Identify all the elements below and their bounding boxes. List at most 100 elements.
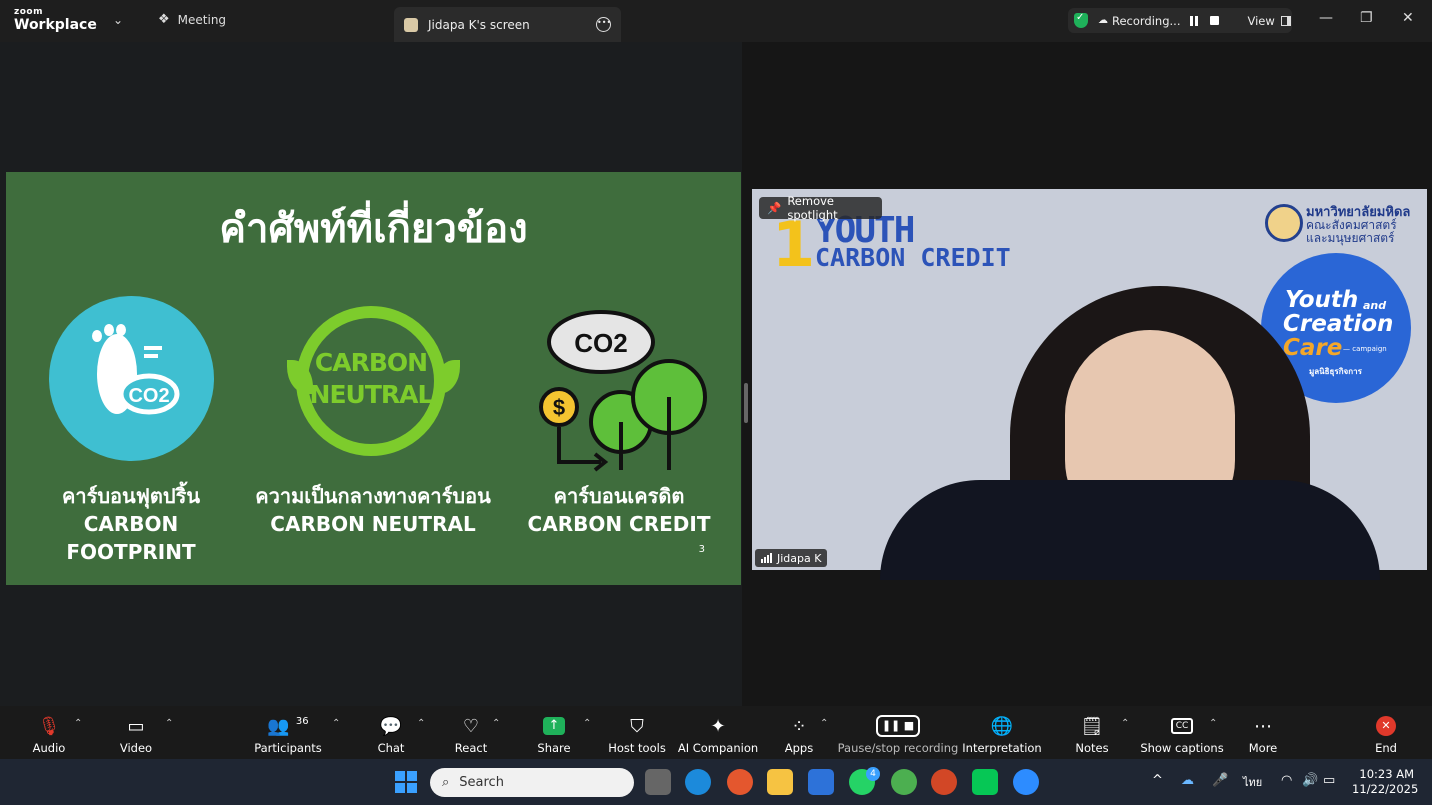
pause-recording-button[interactable]	[1190, 15, 1199, 26]
apps-label: Apps	[784, 741, 814, 755]
tray-microphone-icon[interactable]: 🎤	[1212, 773, 1228, 788]
video-label: Video	[119, 741, 153, 755]
apps-button[interactable]: ⁘ Apps	[784, 706, 814, 759]
clock-time: 10:23 AM	[1359, 767, 1414, 781]
video-button[interactable]: ▭ Video	[118, 706, 154, 759]
badge-campaign: — campaign	[1343, 345, 1387, 353]
wifi-icon[interactable]: ◠	[1281, 773, 1292, 788]
tray-chevron-icon[interactable]: ^	[1152, 773, 1163, 788]
battery-icon[interactable]: ▭	[1323, 773, 1335, 788]
volume-icon[interactable]: 🔊	[1302, 773, 1318, 788]
cloud-record-icon: ☁	[1098, 15, 1108, 26]
input-language[interactable]: ไทย	[1243, 773, 1262, 791]
ai-companion-button[interactable]: ✦ AI Companion	[677, 706, 759, 759]
react-button[interactable]: ♡ React	[454, 706, 488, 759]
carbon-footprint-icon: CO2	[49, 296, 214, 461]
taskbar-search[interactable]: ⌕ Search	[430, 768, 634, 797]
chat-chevron-icon[interactable]: ⌃	[417, 718, 425, 729]
show-captions-button[interactable]: CC Show captions	[1140, 706, 1224, 759]
chat-bubble-icon: 💬	[379, 715, 403, 737]
credit-thai: คาร์บอนเครดิต	[553, 484, 685, 508]
captions-label: Show captions	[1140, 741, 1224, 755]
video-options-chevron-icon[interactable]: ⌃	[165, 718, 173, 729]
pin-icon: 📌	[767, 201, 782, 215]
paw-icon: ❖	[158, 12, 170, 27]
interpretation-button[interactable]: 🌐 Interpretation	[962, 706, 1041, 759]
more-options-icon[interactable]: •••	[596, 17, 611, 32]
notes-icon: 🗒	[1080, 715, 1104, 737]
chat-label: Chat	[377, 741, 405, 755]
share-button[interactable]: ↑ Share	[537, 706, 571, 759]
remove-spotlight-button[interactable]: 📌 Remove spotlight	[759, 194, 882, 222]
host-tools-button[interactable]: ⛉ Host tools	[608, 706, 666, 759]
apps-chevron-icon[interactable]: ⌃	[820, 718, 828, 729]
captions-chevron-icon[interactable]: ⌃	[1209, 718, 1217, 729]
recording-indicator: ☁ Recording... View	[1068, 8, 1292, 33]
chevron-down-icon[interactable]: ⌄	[113, 13, 123, 27]
badge-care: Care	[1283, 335, 1343, 361]
carbon-credit-icon: CO2 $	[539, 310, 707, 472]
resize-handle[interactable]	[744, 383, 748, 423]
file-explorer-icon[interactable]	[767, 769, 793, 795]
background-number: 1	[772, 208, 816, 281]
share-chevron-icon[interactable]: ⌃	[583, 718, 591, 729]
search-placeholder: Search	[459, 775, 504, 790]
pause-stop-recording-button[interactable]: ❚❚ ■ Pause/stop recording	[838, 706, 958, 759]
search-icon: ⌕	[442, 775, 450, 790]
restore-button[interactable]: ❐	[1360, 10, 1373, 26]
mail-icon[interactable]	[808, 769, 834, 795]
credit-caption: คาร์บอนเครดิต CARBON CREDIT	[514, 482, 724, 538]
ai-companion-label: AI Companion	[677, 741, 759, 755]
end-label: End	[1375, 741, 1397, 755]
participant-name-tag: Jidapa K	[755, 549, 828, 567]
shield-icon: ⛉	[630, 715, 644, 737]
notes-button[interactable]: 🗒 Notes	[1075, 706, 1109, 759]
share-arrow-icon: ↑	[543, 713, 565, 739]
end-x-icon: ✕	[1376, 713, 1396, 739]
view-button[interactable]: View	[1247, 14, 1291, 28]
more-button[interactable]: ⋯ More	[1248, 706, 1278, 759]
neutral-thai: ความเป็นกลางทางคาร์บอน	[255, 484, 491, 508]
meeting-controls: 🎙 Audio ⌃ ▭ Video ⌃ 👥 36 Participants ⌃ 💬…	[0, 706, 1432, 759]
end-button[interactable]: ✕ End	[1371, 706, 1401, 759]
powerpoint-icon[interactable]	[931, 769, 957, 795]
host-tools-label: Host tools	[608, 741, 666, 755]
audio-options-chevron-icon[interactable]: ⌃	[74, 718, 82, 729]
zoom-app-icon[interactable]	[1013, 769, 1039, 795]
edge-icon[interactable]	[685, 769, 711, 795]
chrome-icon[interactable]	[727, 769, 753, 795]
university-seal-icon	[1265, 204, 1303, 242]
close-button[interactable]: ✕	[1402, 10, 1414, 26]
system-clock[interactable]: 10:23 AM 11/22/2025	[1352, 767, 1418, 797]
tab-shared-screen[interactable]: Jidapa K's screen •••	[394, 7, 621, 42]
background-title-line2: CARBON CREDIT	[815, 243, 1011, 272]
line-app-icon[interactable]	[972, 769, 998, 795]
camera-icon: ▭	[127, 715, 145, 737]
participant-body	[880, 480, 1380, 580]
credit-en: CARBON CREDIT	[527, 512, 711, 536]
chat-button[interactable]: 💬 Chat	[376, 706, 406, 759]
people-icon: 👥 36	[267, 715, 309, 737]
onedrive-icon[interactable]: ☁	[1181, 773, 1194, 788]
participants-chevron-icon[interactable]: ⌃	[332, 718, 340, 729]
minimize-button[interactable]: —	[1319, 10, 1333, 26]
notes-chevron-icon[interactable]: ⌃	[1121, 718, 1129, 729]
participants-button[interactable]: 👥 36 Participants	[254, 706, 322, 759]
brand-bottom: Workplace	[14, 17, 97, 33]
tab-meeting[interactable]: ❖ Meeting	[158, 12, 226, 27]
footprint-thai: คาร์บอนฟุตปริ้น	[62, 484, 200, 508]
heart-icon: ♡	[462, 715, 480, 737]
zoom-logo: zoom Workplace	[14, 8, 97, 33]
participants-label: Participants	[254, 741, 322, 755]
more-label: More	[1248, 741, 1278, 755]
chrome-profile-icon[interactable]	[891, 769, 917, 795]
stop-recording-button[interactable]	[1210, 16, 1220, 25]
encryption-shield-icon[interactable]	[1074, 12, 1088, 28]
react-chevron-icon[interactable]: ⌃	[492, 718, 500, 729]
audio-button[interactable]: 🎙 Audio	[31, 706, 67, 759]
sparkle-icon: ✦	[710, 715, 726, 737]
windows-start-icon[interactable]	[395, 771, 417, 793]
badge-youth: Youth	[1285, 287, 1359, 313]
notes-label: Notes	[1075, 741, 1109, 755]
task-view-icon[interactable]	[645, 769, 671, 795]
